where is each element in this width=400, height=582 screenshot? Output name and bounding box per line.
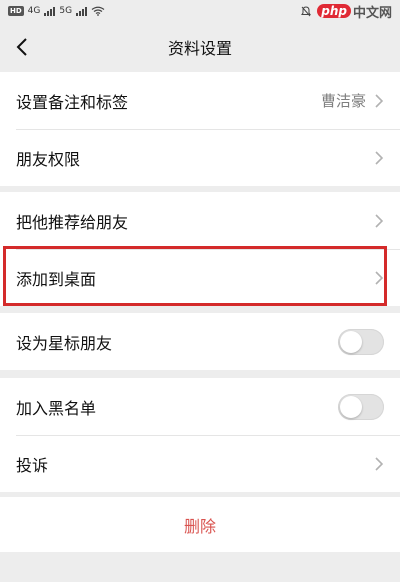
- chevron-right-icon: [375, 93, 384, 108]
- settings-group-share: 把他推荐给朋友 添加到桌面: [0, 192, 400, 306]
- network-label-2: 5G: [59, 6, 73, 16]
- star-friend-label: 设为星标朋友: [16, 333, 113, 353]
- toggle-knob: [340, 330, 362, 353]
- recommend-to-friend-row[interactable]: 把他推荐给朋友: [0, 192, 400, 249]
- toggle-knob: [340, 395, 362, 418]
- settings-group-remark: 设置备注和标签 曹洁豪 朋友权限: [0, 72, 400, 186]
- chevron-right-icon: [375, 270, 384, 285]
- add-to-desktop-label: 添加到桌面: [16, 269, 97, 289]
- watermark-logo: php 中文网: [317, 2, 392, 21]
- star-friend-row: 设为星标朋友: [0, 313, 400, 370]
- wifi-icon: [91, 6, 105, 16]
- settings-group-block: 加入黑名单 投诉: [0, 378, 400, 492]
- star-friend-toggle[interactable]: [338, 328, 384, 355]
- chevron-right-icon: [375, 150, 384, 165]
- network-label-1: 4G: [27, 6, 41, 16]
- chevron-left-icon: [16, 38, 27, 56]
- status-bar: HD 4G 5G php 中文网: [0, 0, 400, 22]
- remark-name-value: 曹洁豪: [320, 92, 366, 110]
- signal-icon: [44, 6, 56, 16]
- friend-permissions-row[interactable]: 朋友权限: [0, 129, 400, 186]
- page-title: 资料设置: [167, 39, 232, 58]
- remark-tags-row[interactable]: 设置备注和标签 曹洁豪: [0, 72, 400, 129]
- mute-bell-icon: [301, 5, 312, 16]
- add-to-desktop-row[interactable]: 添加到桌面: [0, 249, 400, 306]
- status-left: HD 4G 5G: [8, 6, 105, 16]
- nav-bar: 资料设置: [0, 22, 400, 72]
- signal-icon-2: [76, 6, 88, 16]
- back-button[interactable]: [10, 34, 34, 60]
- blacklist-toggle[interactable]: [338, 393, 384, 420]
- watermark-site: 中文网: [352, 5, 392, 21]
- remark-tags-label: 设置备注和标签: [16, 92, 129, 112]
- complain-row[interactable]: 投诉: [0, 435, 400, 492]
- delete-label: 删除: [183, 516, 216, 536]
- friend-permissions-label: 朋友权限: [16, 149, 81, 169]
- hd-badge: HD: [8, 6, 24, 16]
- recommend-to-friend-label: 把他推荐给朋友: [16, 212, 129, 232]
- complain-label: 投诉: [16, 455, 49, 475]
- chevron-right-icon: [375, 456, 384, 471]
- status-right: php 中文网: [301, 2, 392, 21]
- chevron-right-icon: [375, 213, 384, 228]
- delete-button[interactable]: 删除: [0, 497, 400, 552]
- blacklist-label: 加入黑名单: [16, 398, 97, 418]
- settings-group-star: 设为星标朋友: [0, 313, 400, 370]
- blacklist-row: 加入黑名单: [0, 378, 400, 435]
- watermark-php: php: [317, 4, 351, 18]
